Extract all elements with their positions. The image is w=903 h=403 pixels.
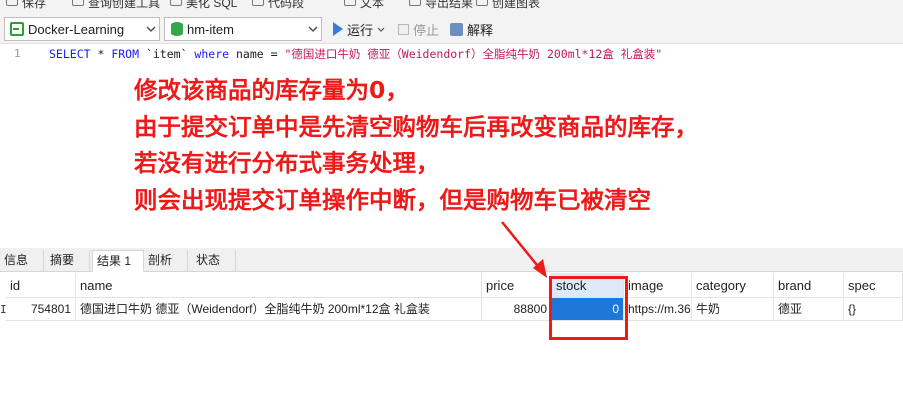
create-chart-icon: [476, 0, 488, 6]
stop-button[interactable]: 停止: [398, 20, 439, 38]
code-snippet-icon: [252, 0, 264, 6]
chevron-down-icon: [305, 18, 321, 40]
query-builder-icon: [72, 0, 84, 6]
connection-toolbar: Docker-Learning hm-item 运行 停止 解释: [0, 13, 903, 44]
tab-info[interactable]: 信息: [0, 250, 44, 272]
sql-keyword: SELECT: [49, 47, 91, 61]
stop-icon: [398, 23, 409, 35]
cell-name[interactable]: 德国进口牛奶 德亚（Weidendorf）全脂纯牛奶 200ml*12盒 礼盒装: [76, 298, 482, 321]
explain-button[interactable]: 解释: [450, 20, 493, 38]
beautify-sql-icon: [170, 0, 182, 6]
save-button[interactable]: 保存: [22, 0, 46, 11]
sql-text: *: [90, 47, 112, 61]
tab-result-1[interactable]: 结果 1: [92, 250, 144, 272]
sql-string-literal: "德国进口牛奶 德亚（Weidendorf）全脂纯牛奶 200ml*12盒 礼盒…: [284, 47, 663, 61]
sql-text: name =: [229, 47, 285, 61]
export-result-button[interactable]: 导出结果: [425, 0, 473, 11]
sql-keyword: where: [194, 47, 230, 61]
column-header-name[interactable]: name: [76, 273, 482, 298]
database-select[interactable]: hm-item: [164, 17, 322, 41]
beautify-sql-button[interactable]: 美化 SQL: [186, 0, 237, 11]
run-label: 运行: [347, 22, 374, 38]
database-icon: [171, 22, 183, 36]
annotation-line: 由于提交订单中是先清空购物车后再改变商品的库存，: [134, 112, 698, 141]
explain-icon: [450, 22, 463, 36]
export-result-icon: [409, 0, 421, 6]
cell-image[interactable]: https://m.360: [624, 298, 692, 321]
stock-highlight-box: [549, 276, 628, 340]
result-grid[interactable]: id name price stock image category brand…: [0, 273, 903, 403]
column-header-category[interactable]: category: [692, 273, 774, 298]
text-icon: [344, 0, 356, 6]
sql-keyword: FROM: [111, 47, 140, 61]
connection-select[interactable]: Docker-Learning: [4, 17, 160, 41]
cell-id[interactable]: 754801: [6, 298, 76, 321]
cell-brand[interactable]: 德亚: [774, 298, 844, 321]
save-icon: [6, 0, 18, 6]
stop-label: 停止: [413, 22, 440, 38]
chevron-down-icon: [143, 18, 159, 40]
column-header-spec[interactable]: spec: [844, 273, 903, 298]
main-toolbar: 保存 查询创建工具 美化 SQL 代码段 文本 导出结果 创建图表: [0, 0, 903, 13]
column-header-brand[interactable]: brand: [774, 273, 844, 298]
column-header-id[interactable]: id: [6, 273, 76, 298]
sql-query-line[interactable]: SELECT * FROM `item` where name = "德国进口牛…: [49, 46, 662, 62]
tab-profile[interactable]: 剖析: [144, 250, 188, 272]
cell-spec[interactable]: {}: [844, 298, 903, 321]
annotation-line: 修改该商品的库存量为0，: [134, 76, 409, 104]
text-button[interactable]: 文本: [360, 0, 384, 11]
line-gutter: 1: [0, 44, 34, 244]
annotation-text: 修改该商品的库存量为0， 由于提交订单中是先清空购物车后再改变商品的库存， 若没…: [134, 72, 698, 218]
database-select-label: hm-item: [187, 21, 234, 37]
tab-summary[interactable]: 摘要: [46, 250, 90, 272]
annotation-line: 则会出现提交订单操作中断，但是购物车已被清空: [134, 185, 651, 214]
explain-label: 解释: [467, 22, 494, 38]
connection-select-label: Docker-Learning: [28, 21, 125, 37]
play-icon: [333, 22, 343, 36]
result-tabs: 信息 摘要 结果 1 剖析 状态: [0, 248, 903, 272]
cell-price[interactable]: 88800: [482, 298, 552, 321]
cell-category[interactable]: 牛奶: [692, 298, 774, 321]
line-number: 1: [14, 47, 21, 60]
chevron-down-icon: [377, 27, 385, 32]
query-builder-button[interactable]: 查询创建工具: [88, 0, 160, 11]
tab-status[interactable]: 状态: [192, 250, 236, 272]
run-button[interactable]: 运行: [333, 20, 385, 38]
create-chart-button[interactable]: 创建图表: [492, 0, 540, 11]
column-header-image[interactable]: image: [624, 273, 692, 298]
column-header-price[interactable]: price: [482, 273, 552, 298]
annotation-line: 若没有进行分布式事务处理，: [134, 149, 440, 177]
sql-text: `item`: [139, 47, 195, 61]
connection-icon: [10, 22, 24, 36]
code-snippet-button[interactable]: 代码段: [268, 0, 304, 11]
